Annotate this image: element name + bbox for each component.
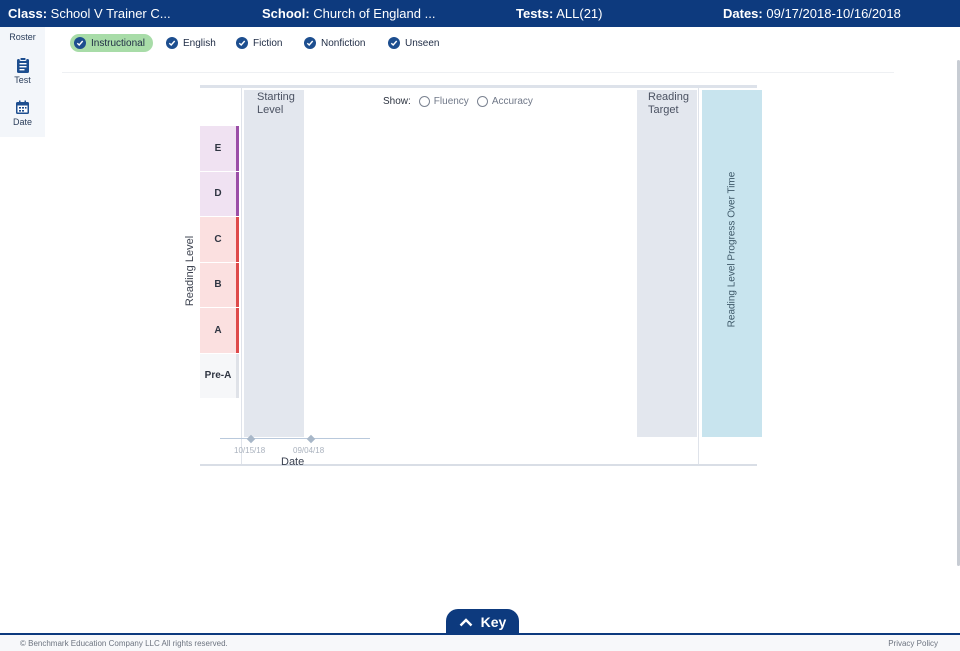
divider (62, 72, 894, 73)
filter-label: Fiction (253, 37, 283, 49)
filter-unseen[interactable]: Unseen (388, 34, 439, 52)
level-band-pre-a: Pre-A (200, 353, 239, 398)
dates-label: Dates: (723, 6, 763, 21)
filter-instructional[interactable]: Instructional (70, 34, 153, 52)
school-info[interactable]: School: Church of England ... (262, 6, 435, 21)
level-color-marker (236, 217, 239, 262)
level-color-marker (236, 308, 239, 353)
nav-date-label: Date (12, 117, 32, 127)
clipboard-icon (16, 57, 29, 73)
level-color-marker (236, 126, 239, 171)
x-axis (220, 438, 370, 439)
level-band-d: D (200, 171, 239, 216)
check-icon (74, 37, 86, 49)
filter-label: Unseen (405, 37, 440, 49)
copyright-text: © Benchmark Education Company LLC All ri… (20, 639, 228, 648)
level-band-b: B (200, 262, 239, 307)
dates-value: 09/17/2018-10/16/2018 (766, 6, 901, 21)
key-button[interactable]: Key (446, 609, 519, 634)
reading-target-label: Reading Target (648, 91, 689, 116)
check-icon (236, 37, 248, 49)
filter-label: Instructional (91, 37, 145, 49)
class-label: Class: (8, 6, 48, 21)
check-icon (304, 37, 316, 49)
y-axis-label: Reading Level (184, 235, 196, 307)
show-label: Show: (383, 96, 411, 107)
tests-value: ALL(21) (556, 6, 603, 21)
level-color-marker (236, 353, 239, 398)
dates-info[interactable]: Dates: 09/17/2018-10/16/2018 (723, 6, 901, 21)
footer: © Benchmark Education Company LLC All ri… (0, 635, 960, 651)
level-label: A (214, 324, 222, 336)
x-axis-label: Date (281, 456, 305, 468)
class-info[interactable]: Class: School V Trainer C... (8, 6, 171, 21)
school-label: School: (262, 6, 310, 21)
nav-roster[interactable]: Roster (0, 32, 45, 42)
x-tick-label: 10/15/18 (234, 446, 266, 455)
level-label: Pre-A (204, 370, 232, 382)
level-label: E (214, 142, 222, 154)
tests-info[interactable]: Tests: ALL(21) (516, 6, 602, 21)
chart-left-line (241, 88, 242, 464)
school-value: Church of England ... (313, 6, 436, 21)
left-nav: Roster Test Date (0, 27, 45, 137)
level-color-marker (236, 171, 239, 216)
fluency-radio[interactable] (418, 96, 430, 107)
nav-test[interactable]: Test (0, 57, 45, 85)
accuracy-radio[interactable] (476, 96, 488, 107)
starting-level-label: Starting Level (257, 91, 295, 116)
privacy-policy-link[interactable]: Privacy Policy (888, 639, 938, 648)
starting-level-column (244, 90, 304, 437)
filter-nonfiction[interactable]: Nonfiction (304, 34, 365, 52)
level-band-e: E (200, 126, 239, 171)
nav-date[interactable]: Date (0, 100, 45, 127)
chart-right-line (698, 88, 699, 464)
nav-roster-label: Roster (9, 32, 36, 42)
progress-label: Reading Level Progress Over Time (726, 171, 738, 328)
check-icon (166, 37, 178, 49)
calendar-icon (16, 100, 29, 114)
filter-fiction[interactable]: Fiction (236, 34, 282, 52)
class-value: School V Trainer C... (50, 6, 171, 21)
accuracy-label[interactable]: Accuracy (492, 96, 533, 107)
level-label: D (214, 188, 222, 200)
date-marker[interactable] (306, 434, 316, 444)
chart-top-border (200, 85, 757, 88)
show-options: Show: Fluency Accuracy (383, 96, 533, 107)
check-icon (388, 37, 400, 49)
x-tick-label: 09/04/18 (293, 446, 325, 455)
level-color-marker (236, 262, 239, 307)
reading-target-column (637, 90, 697, 437)
nav-test-label: Test (14, 75, 31, 85)
top-header-bar: Class: School V Trainer C... School: Chu… (0, 0, 960, 27)
level-band-a: A (200, 308, 239, 353)
level-label: C (214, 233, 222, 245)
tests-label: Tests: (516, 6, 554, 21)
level-band-c: C (200, 217, 239, 262)
fluency-label[interactable]: Fluency (434, 96, 469, 107)
key-label: Key (480, 613, 507, 630)
level-label: B (214, 279, 222, 291)
filter-english[interactable]: English (166, 34, 216, 52)
filter-label: English (183, 37, 216, 49)
chevron-up-icon (459, 617, 473, 626)
filter-label: Nonfiction (321, 37, 366, 49)
